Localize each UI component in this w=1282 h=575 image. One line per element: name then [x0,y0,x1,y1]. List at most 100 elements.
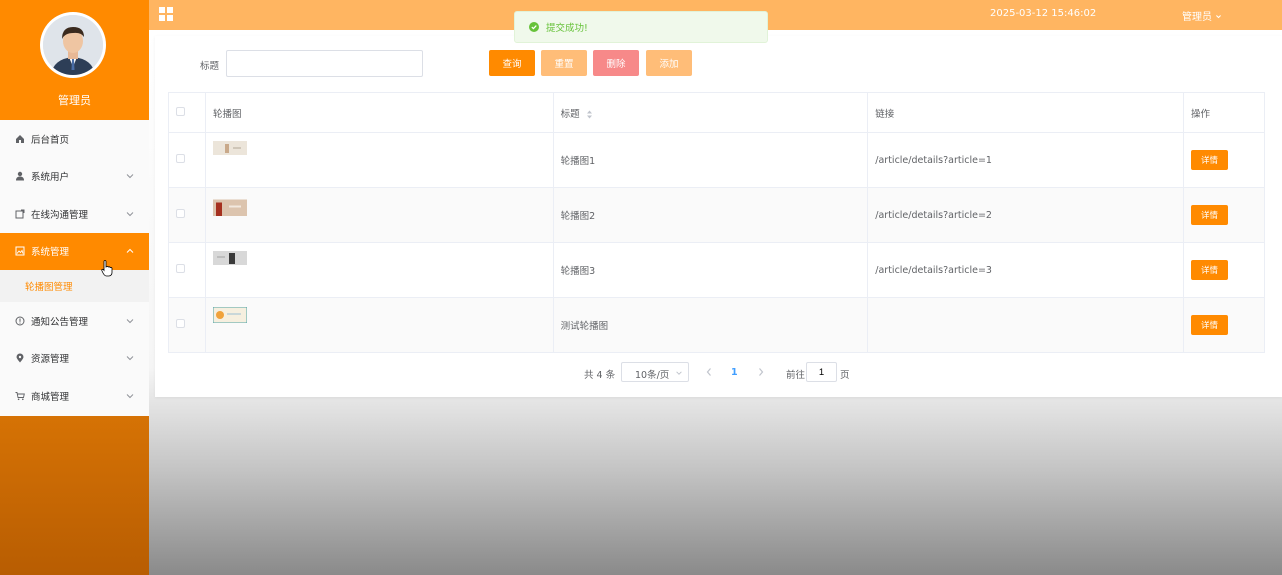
sidebar-item-label: 系统用户 [31,172,70,184]
page-suffix-label: 页 [840,370,850,381]
table-row: 测试轮播图 详情 [168,297,1265,353]
carousel-thumbnail[interactable] [212,307,247,323]
row-select-cell [168,297,206,353]
cart-icon [14,390,26,402]
row-checkbox[interactable] [176,209,185,218]
row-image-cell [204,132,554,188]
datetime: 2025-03-12 15:46:02 [990,8,1097,19]
chevron-down-icon [126,356,134,361]
row-actions: 详情 [1183,297,1265,353]
toast-message: 提交成功! [546,23,588,34]
chevron-down-icon [1216,15,1222,19]
info-icon [14,315,26,327]
add-button[interactable]: 添加 [646,50,692,76]
table-header-row: 轮播图 标题 链接 操作 [168,92,1265,133]
detail-button[interactable]: 详情 [1191,315,1229,335]
avatar-image [43,15,103,75]
sidebar-item-system-users[interactable]: 系统用户 [0,158,149,196]
carousel-thumbnail[interactable] [212,197,247,216]
row-link [867,297,1185,353]
detail-button[interactable]: 详情 [1191,150,1229,170]
column-header-image: 轮播图 [204,92,554,133]
sidebar-item-home[interactable]: 后台首页 [0,120,149,158]
row-select-cell [168,187,206,243]
column-header-link: 链接 [867,92,1185,133]
sidebar-item-online-chat[interactable]: 在线沟通管理 [0,195,149,233]
carousel-thumbnail[interactable] [212,251,247,265]
sidebar-item-label: 系统管理 [31,247,70,259]
row-title: 轮播图2 [552,187,869,243]
sidebar-item-label: 在线沟通管理 [31,209,89,221]
chevron-down-icon [126,174,134,179]
row-title: 轮播图1 [552,132,869,188]
row-image-cell [204,242,554,298]
query-button[interactable]: 查询 [489,50,535,76]
carousel-table: 轮播图 标题 链接 操作 轮播图1 /article/details?artic… [168,92,1265,353]
page-number-current[interactable]: 1 [731,367,738,378]
success-toast: 提交成功! [514,11,768,43]
sidebar-item-system-management[interactable]: 系统管理 [0,232,149,270]
row-actions: 详情 [1183,132,1265,188]
chevron-up-icon [126,249,134,254]
chevron-down-icon [126,393,134,398]
sort-icon[interactable] [586,110,593,119]
column-header-title-label: 标题 [560,108,580,120]
success-check-icon [529,22,539,32]
page-size-select[interactable]: 10条/页 [621,362,689,382]
table-row: 轮播图2 /article/details?article=2 详情 [168,187,1265,243]
picture-icon [14,245,26,257]
row-title: 轮播图3 [552,242,869,298]
user-name: 管理员 [1182,12,1212,23]
row-link: /article/details?article=2 [867,187,1185,243]
sidebar-item-label: 通知公告管理 [31,316,89,328]
row-actions: 详情 [1183,187,1265,243]
menu-toggle-icon[interactable] [159,7,173,21]
user-dropdown[interactable]: 管理员 [1182,8,1222,23]
title-search-input[interactable] [226,50,423,77]
prev-page-icon[interactable] [704,365,714,379]
row-image-cell [204,187,554,243]
chat-icon [14,208,26,220]
row-select-cell [168,132,206,188]
avatar[interactable] [40,12,106,78]
profile-name: 管理员 [58,94,91,107]
sidebar-item-shop[interactable]: 商城管理 [0,377,149,415]
sidebar-item-label: 资源管理 [31,354,70,366]
reset-button[interactable]: 重置 [541,50,587,76]
sidebar-subitem-carousel[interactable]: 轮播图管理 [0,270,149,302]
row-link: /article/details?article=3 [867,242,1185,298]
delete-button[interactable]: 删除 [593,50,639,76]
sidebar-item-label: 商城管理 [31,391,70,403]
next-page-icon[interactable] [756,365,766,379]
location-icon [14,352,26,364]
home-icon [14,133,26,145]
page-size-value: 10条/页 [635,370,670,381]
goto-label: 前往 [786,370,806,381]
select-all-checkbox[interactable] [176,106,185,116]
chevron-down-icon [676,371,682,375]
chevron-down-icon [126,318,134,323]
row-checkbox[interactable] [176,154,185,163]
column-header-actions: 操作 [1183,92,1265,133]
row-image-cell [204,297,554,353]
row-checkbox[interactable] [176,264,185,273]
row-title: 测试轮播图 [552,297,869,353]
column-header-title[interactable]: 标题 [552,92,869,133]
sidebar-item-notices[interactable]: 通知公告管理 [0,302,149,340]
chevron-down-icon [126,211,134,216]
user-icon [14,170,26,182]
sidebar-item-resources[interactable]: 资源管理 [0,340,149,378]
row-select-cell [168,242,206,298]
detail-button[interactable]: 详情 [1191,260,1229,280]
detail-button[interactable]: 详情 [1191,205,1229,225]
goto-page-input[interactable] [806,362,837,382]
row-checkbox[interactable] [176,319,185,328]
table-row: 轮播图3 /article/details?article=3 详情 [168,242,1265,298]
select-all-cell [168,92,206,133]
row-actions: 详情 [1183,242,1265,298]
sidebar: 管理员 后台首页 系统用户 在线沟通管理 系统管理 轮播图管理 通知公告管理 资… [0,0,149,575]
carousel-thumbnail[interactable] [212,141,247,155]
pagination-total: 共 4 条 [584,370,616,381]
table-row: 轮播图1 /article/details?article=1 详情 [168,132,1265,188]
sidebar-menu: 后台首页 系统用户 在线沟通管理 系统管理 轮播图管理 通知公告管理 资源管理 … [0,120,149,416]
